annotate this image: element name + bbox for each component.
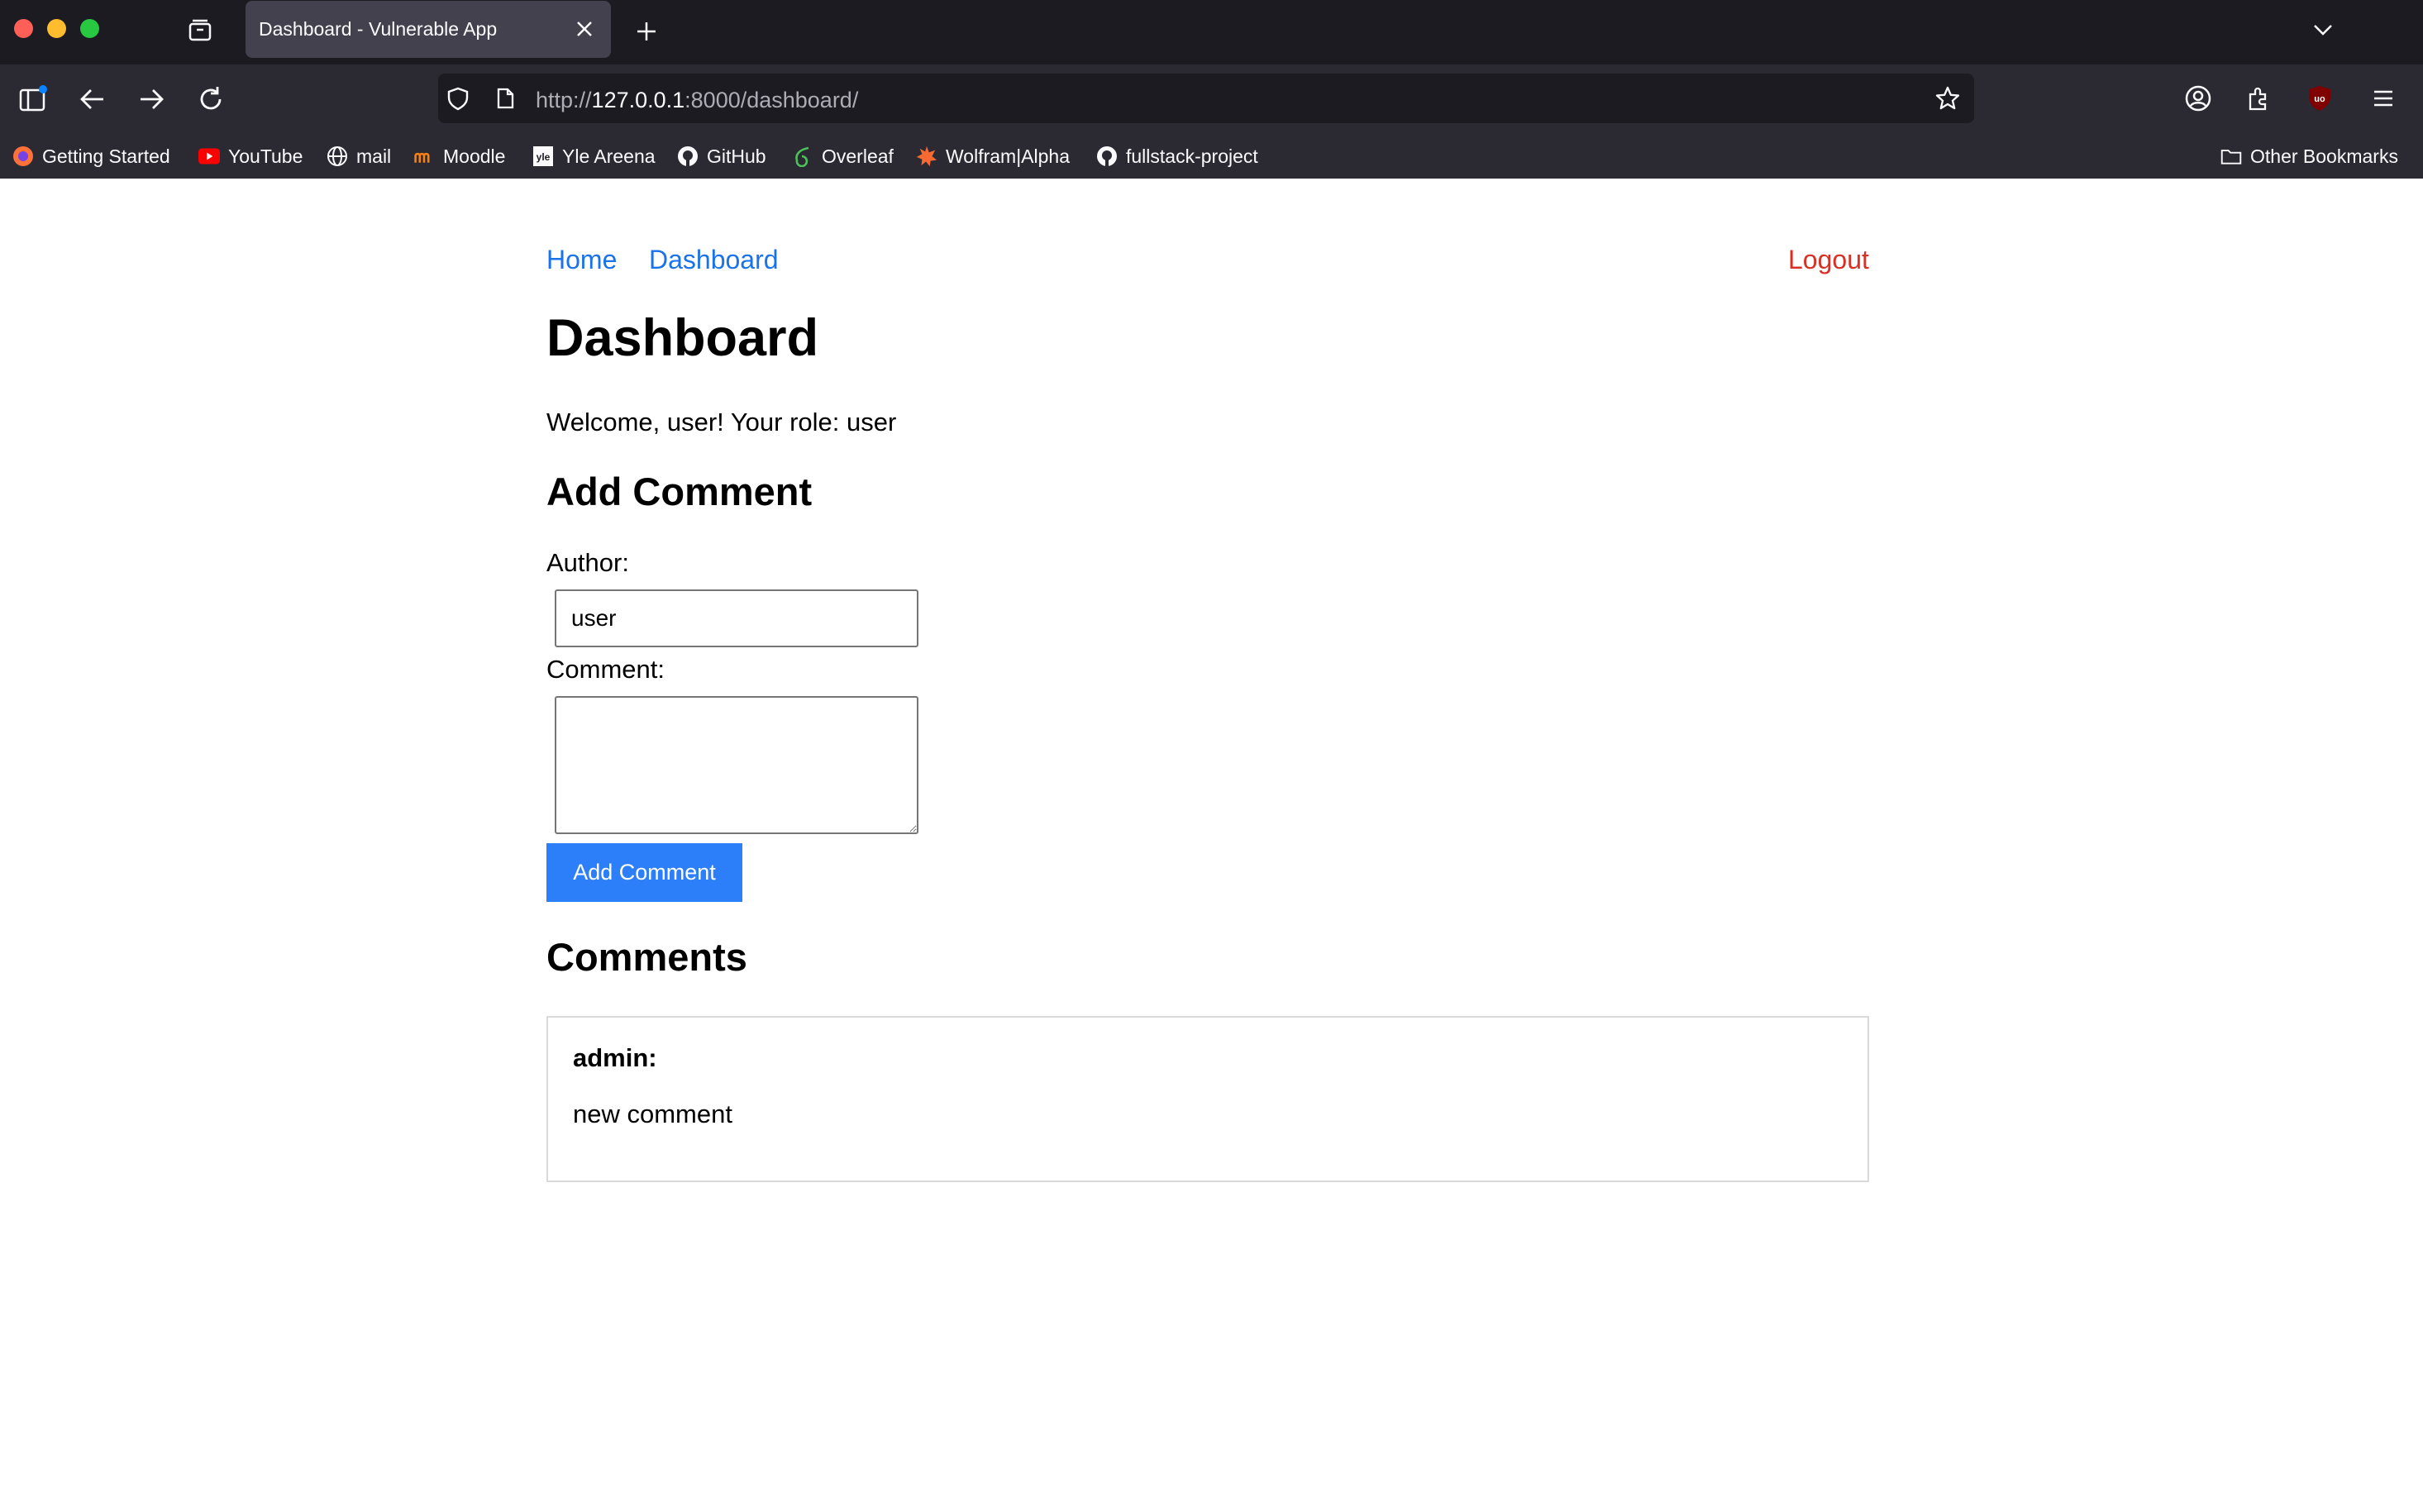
- sidebar-icon[interactable]: [17, 83, 50, 116]
- comment-author: admin:: [573, 1043, 657, 1072]
- maximize-window-button[interactable]: [80, 19, 99, 38]
- bookmark-star-icon[interactable]: [1933, 83, 1963, 113]
- bookmark-label: Moodle: [443, 145, 506, 167]
- tab-overview-icon[interactable]: [185, 16, 215, 45]
- welcome-message: Welcome, user! Your role: user: [546, 408, 897, 436]
- bookmark-label: GitHub: [707, 145, 766, 167]
- author-input[interactable]: [555, 589, 918, 647]
- address-bar[interactable]: http://127.0.0.1:8000/dashboard/: [438, 74, 1974, 123]
- overleaf-icon: [792, 145, 813, 167]
- page-info-icon[interactable]: [490, 83, 520, 113]
- other-bookmarks-label: Other Bookmarks: [2250, 145, 2398, 167]
- bookmark-label: Yle Areena: [562, 145, 656, 167]
- bookmark-getting-started[interactable]: Getting Started: [12, 141, 170, 171]
- add-comment-heading: Add Comment: [546, 470, 813, 513]
- url-path: :8000/dashboard/: [684, 88, 859, 112]
- bookmark-overleaf[interactable]: Overleaf: [792, 141, 894, 171]
- comment-label: Comment:: [546, 655, 665, 684]
- comment-text: new comment: [573, 1099, 732, 1128]
- tab-title: Dashboard - Vulnerable App: [259, 18, 498, 40]
- author-label: Author:: [546, 548, 629, 577]
- nav-dashboard-link[interactable]: Dashboard: [649, 245, 779, 275]
- comment-textarea[interactable]: [555, 696, 918, 834]
- url-text: http://127.0.0.1:8000/dashboard/: [536, 88, 858, 113]
- other-bookmarks-folder[interactable]: Other Bookmarks: [2220, 141, 2398, 171]
- add-comment-button[interactable]: Add Comment: [546, 843, 742, 902]
- extensions-puzzle-icon[interactable]: [2242, 82, 2275, 115]
- url-scheme: http://: [536, 88, 592, 112]
- ublock-shield-icon[interactable]: uo: [2303, 82, 2336, 115]
- moodle-icon: [413, 145, 435, 167]
- minimize-window-button[interactable]: [47, 19, 66, 38]
- hamburger-menu-icon[interactable]: [2367, 82, 2400, 115]
- logout-link[interactable]: Logout: [1788, 245, 1869, 275]
- close-window-button[interactable]: [14, 19, 33, 38]
- bookmark-moodle[interactable]: Moodle: [413, 141, 505, 171]
- tab-dashboard[interactable]: Dashboard - Vulnerable App: [246, 1, 611, 58]
- bookmark-label: mail: [356, 145, 392, 167]
- bookmark-label: Overleaf: [822, 145, 894, 167]
- bookmark-fullstack-project[interactable]: fullstack-project: [1096, 141, 1258, 171]
- account-icon[interactable]: [2182, 82, 2215, 115]
- page-content: Home Dashboard Logout Dashboard Welcome,…: [0, 179, 2423, 1512]
- comments-heading: Comments: [546, 935, 747, 979]
- bookmarks-toolbar: Getting Started YouTube mail Moodle yle …: [0, 135, 2423, 178]
- tab-strip: Dashboard - Vulnerable App: [0, 0, 2423, 64]
- svg-text:yle: yle: [537, 151, 551, 163]
- url-host: 127.0.0.1: [591, 88, 685, 112]
- bookmark-yle-areena[interactable]: yle Yle Areena: [532, 141, 656, 171]
- globe-icon: [327, 145, 348, 167]
- folder-icon: [2220, 145, 2242, 167]
- list-tabs-chevron-down-icon[interactable]: [2308, 15, 2338, 45]
- comment-card: admin: new comment: [546, 1016, 1869, 1182]
- new-tab-icon[interactable]: [632, 17, 661, 46]
- firefox-icon: [12, 145, 34, 167]
- close-tab-icon[interactable]: [573, 17, 596, 41]
- bookmark-github[interactable]: GitHub: [677, 141, 766, 171]
- nav-home-link[interactable]: Home: [546, 245, 617, 275]
- ublock-label: uo: [2314, 94, 2325, 104]
- yle-icon: yle: [532, 145, 554, 167]
- tracking-shield-icon[interactable]: [443, 83, 473, 113]
- bookmark-youtube[interactable]: YouTube: [198, 141, 303, 171]
- bookmark-label: Wolfram|Alpha: [946, 145, 1070, 167]
- bookmark-label: fullstack-project: [1126, 145, 1258, 167]
- page-title: Dashboard: [546, 309, 819, 367]
- github-icon: [677, 145, 699, 167]
- bookmark-wolfram-alpha[interactable]: Wolfram|Alpha: [916, 141, 1070, 171]
- bookmark-mail[interactable]: mail: [327, 141, 391, 171]
- reload-icon[interactable]: [194, 83, 227, 116]
- bookmark-label: YouTube: [228, 145, 303, 167]
- back-arrow-icon[interactable]: [76, 83, 109, 116]
- browser-chrome: Dashboard - Vulnerable App http://127.0.…: [0, 0, 2423, 179]
- wolfram-icon: [916, 145, 937, 167]
- bookmark-label: Getting Started: [42, 145, 170, 167]
- youtube-icon: [198, 145, 220, 167]
- github-icon: [1096, 145, 1118, 167]
- forward-arrow-icon[interactable]: [135, 83, 168, 116]
